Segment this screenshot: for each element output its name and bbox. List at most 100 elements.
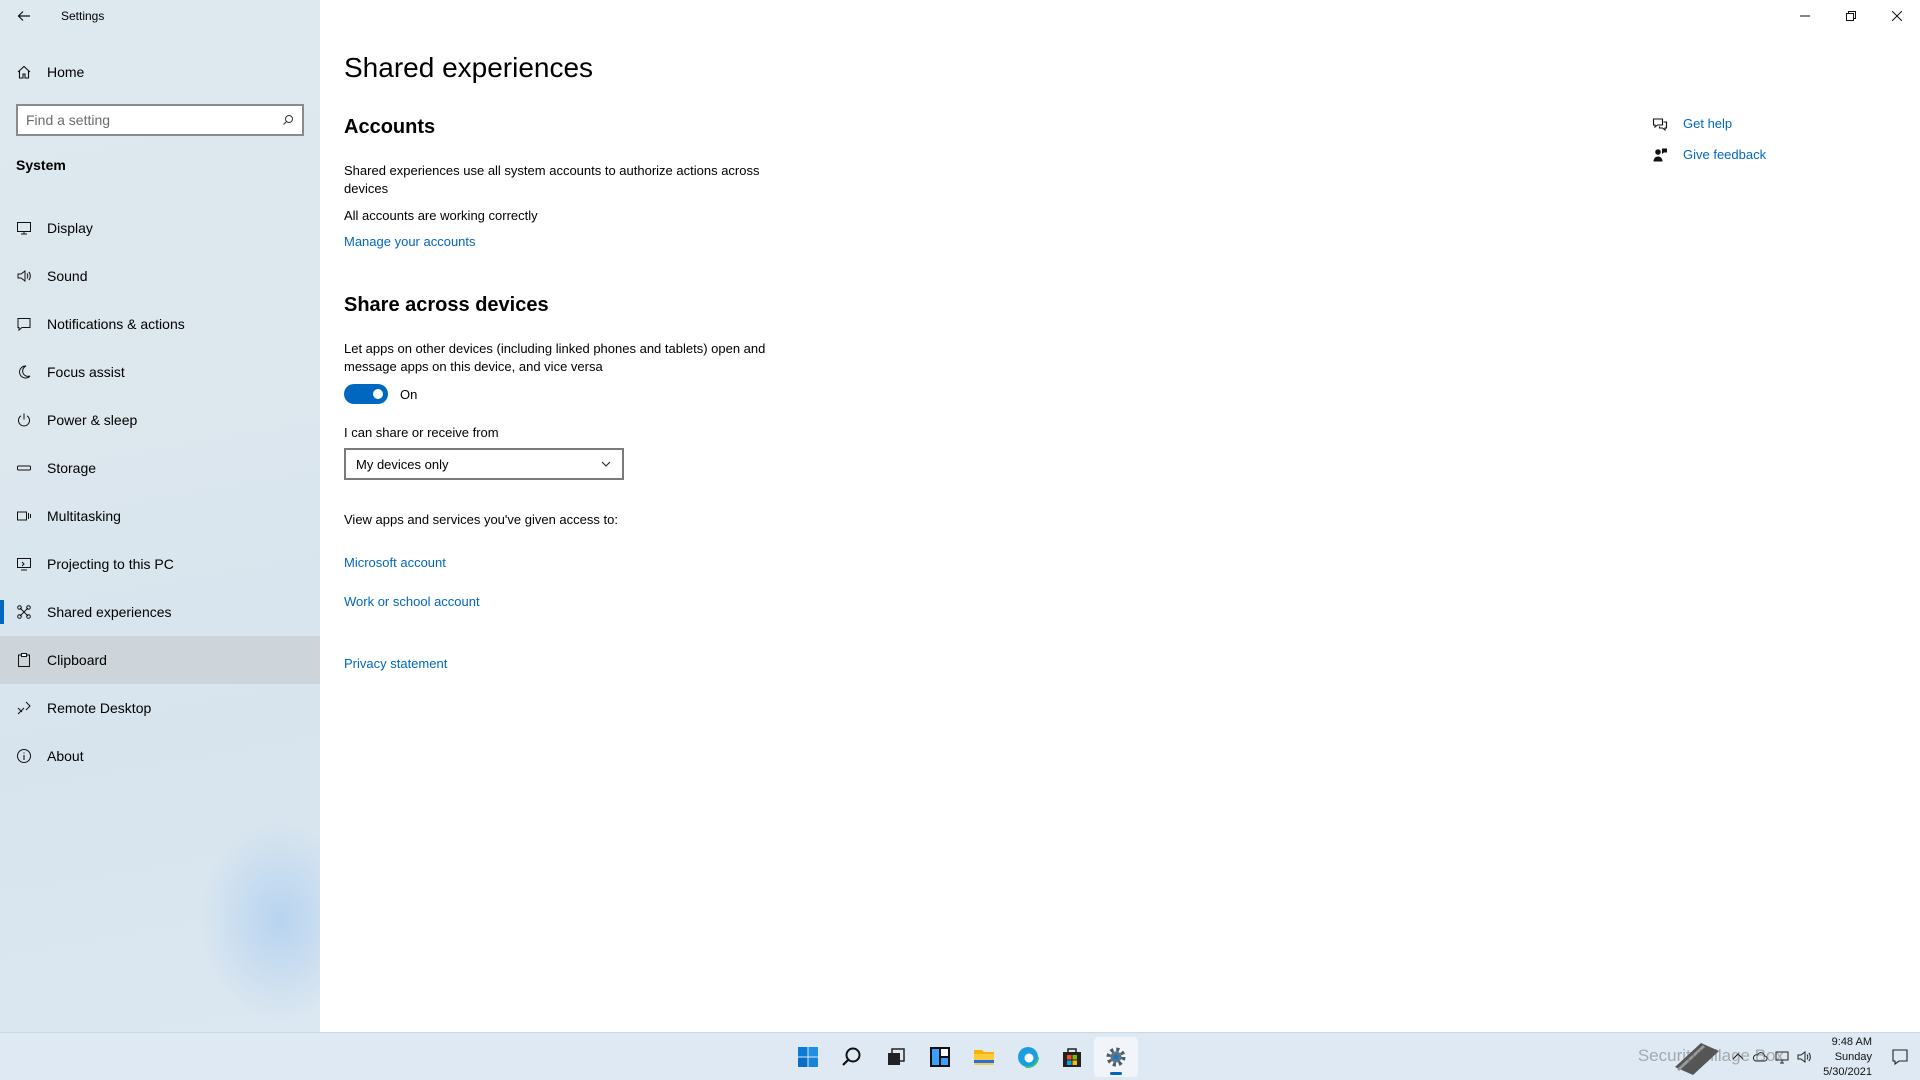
home-icon — [16, 64, 32, 80]
remote-icon — [16, 700, 32, 716]
share-icon — [16, 604, 32, 620]
toggle-state-label: On — [400, 386, 418, 402]
taskbar-clock[interactable]: 9:48 AM Sunday 5/30/2021 — [1823, 1035, 1872, 1080]
sidebar-item-label: About — [47, 748, 84, 764]
message-icon — [16, 316, 32, 332]
sidebar-item-clipboard[interactable]: Clipboard — [0, 636, 320, 684]
sidebar: Settings Home System Display Sound Notif… — [0, 0, 360, 1032]
feedback-icon — [1652, 147, 1668, 163]
taskbar-search-button[interactable] — [830, 1033, 874, 1080]
gear-icon — [1106, 1047, 1126, 1067]
sidebar-item-label: Focus assist — [47, 364, 125, 380]
minimize-button[interactable] — [1782, 0, 1828, 32]
sidebar-item-notifications[interactable]: Notifications & actions — [0, 300, 320, 348]
microsoft-account-link[interactable]: Microsoft account — [344, 555, 446, 570]
task-view-button[interactable] — [874, 1033, 918, 1080]
sidebar-item-label: Clipboard — [47, 652, 107, 668]
sidebar-item-remote-desktop[interactable]: Remote Desktop — [0, 684, 320, 732]
project-icon — [16, 556, 32, 572]
volume-icon[interactable] — [1793, 1046, 1815, 1068]
sidebar-item-sound[interactable]: Sound — [0, 252, 320, 300]
sidebar-item-label: Notifications & actions — [47, 316, 185, 332]
sidebar-item-display[interactable]: Display — [0, 204, 320, 252]
widgets-icon — [930, 1047, 950, 1067]
settings-taskbar-button[interactable] — [1094, 1037, 1138, 1077]
edge-browser-button[interactable] — [1006, 1033, 1050, 1080]
search-box[interactable] — [16, 104, 304, 136]
taskbar-apps — [786, 1033, 1138, 1080]
sidebar-item-label: Sound — [47, 268, 88, 284]
moon-icon — [16, 364, 32, 380]
help-panel: Get help Give feedback — [1652, 108, 1852, 170]
notification-center-button[interactable] — [1890, 1047, 1910, 1067]
notification-icon — [1892, 1049, 1908, 1066]
sidebar-item-focus-assist[interactable]: Focus assist — [0, 348, 320, 396]
taskbar: SecurityVillage Box 9:48 AM Sunday 5/30/… — [0, 1032, 1920, 1080]
task-view-icon — [888, 1048, 905, 1065]
speaker-icon — [16, 268, 32, 284]
sidebar-item-label: Shared experiences — [47, 604, 172, 620]
power-icon — [16, 412, 32, 428]
toggle-knob — [373, 389, 383, 399]
back-arrow-icon — [17, 11, 30, 21]
dropdown-value: My devices only — [356, 456, 449, 472]
multitask-icon — [16, 508, 32, 524]
give-feedback-row[interactable]: Give feedback — [1652, 139, 1852, 170]
edge-icon — [1017, 1046, 1039, 1068]
clock-day: Sunday — [1834, 1050, 1872, 1063]
store-icon — [1063, 1048, 1081, 1067]
close-button[interactable] — [1874, 0, 1920, 32]
sidebar-item-power-sleep[interactable]: Power & sleep — [0, 396, 320, 444]
accounts-heading: Accounts — [344, 116, 436, 138]
window-controls — [1782, 0, 1920, 32]
work-school-account-link[interactable]: Work or school account — [344, 594, 480, 609]
info-icon — [16, 748, 32, 764]
folder-icon — [974, 1050, 994, 1065]
widgets-button[interactable] — [918, 1033, 962, 1080]
storage-icon — [16, 460, 32, 476]
sidebar-item-about[interactable]: About — [0, 732, 320, 780]
share-receive-label: I can share or receive from — [344, 425, 499, 440]
sidebar-nav: Display Sound Notifications & actions Fo… — [0, 204, 320, 780]
privacy-statement-link[interactable]: Privacy statement — [344, 656, 447, 671]
main-content: Shared experiences Accounts Shared exper… — [320, 0, 1920, 1032]
monitor-icon — [16, 220, 32, 236]
give-feedback-link[interactable]: Give feedback — [1683, 147, 1766, 162]
home-nav-item[interactable]: Home — [0, 52, 320, 92]
access-label: View apps and services you've given acce… — [344, 512, 618, 527]
restore-icon — [1846, 11, 1856, 21]
sidebar-item-label: Remote Desktop — [47, 700, 152, 716]
clipboard-icon — [16, 652, 32, 668]
app-title: Settings — [61, 9, 105, 23]
system-tray: SecurityVillage Box 9:48 AM Sunday 5/30/… — [1638, 1033, 1880, 1080]
accounts-description: Shared experiences use all system accoun… — [344, 163, 760, 196]
sidebar-item-projecting[interactable]: Projecting to this PC — [0, 540, 320, 588]
restore-button[interactable] — [1828, 0, 1874, 32]
sidebar-item-label: Storage — [47, 460, 97, 476]
back-button[interactable] — [0, 0, 48, 32]
manage-accounts-link[interactable]: Manage your accounts — [344, 234, 476, 249]
watermark-text: SecurityVillage Box — [1637, 1046, 1784, 1065]
file-explorer-button[interactable] — [962, 1033, 1006, 1080]
windows-logo-icon — [798, 1047, 818, 1067]
sidebar-item-shared-experiences[interactable]: Shared experiences — [0, 588, 320, 636]
share-description: Let apps on other devices (including lin… — [344, 341, 766, 374]
sidebar-item-label: Projecting to this PC — [47, 556, 174, 572]
sidebar-item-storage[interactable]: Storage — [0, 444, 320, 492]
get-help-link[interactable]: Get help — [1683, 116, 1732, 131]
start-button[interactable] — [786, 1033, 830, 1080]
close-icon — [1892, 11, 1902, 21]
search-input[interactable] — [26, 112, 282, 128]
page-title: Shared experiences — [344, 52, 594, 83]
share-receive-dropdown[interactable]: My devices only — [344, 448, 624, 480]
sidebar-item-label: Multitasking — [47, 508, 121, 524]
search-icon — [283, 115, 293, 125]
clock-date: 5/30/2021 — [1823, 1065, 1872, 1078]
get-help-row[interactable]: Get help — [1652, 108, 1852, 139]
sidebar-item-multitasking[interactable]: Multitasking — [0, 492, 320, 540]
chat-help-icon — [1652, 116, 1668, 132]
sidebar-item-label: Display — [47, 220, 93, 236]
share-toggle[interactable] — [344, 384, 388, 404]
title-bar: Settings — [0, 0, 320, 32]
store-button[interactable] — [1050, 1033, 1094, 1080]
